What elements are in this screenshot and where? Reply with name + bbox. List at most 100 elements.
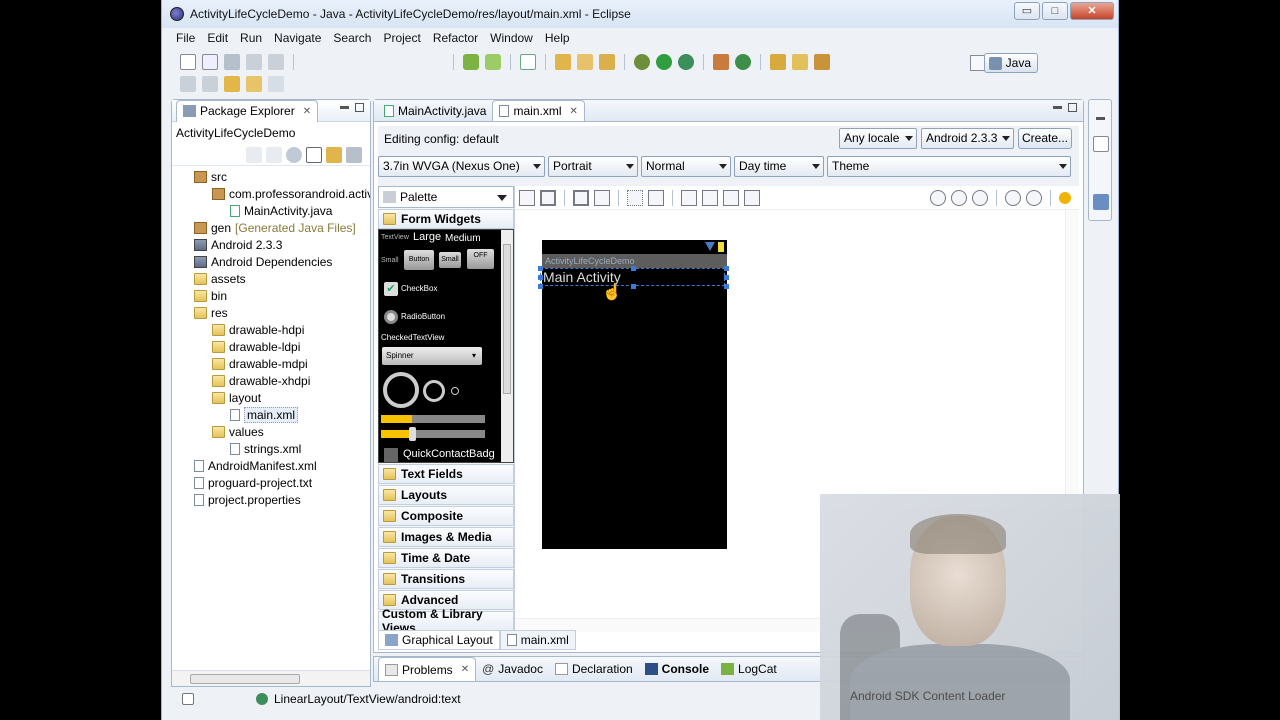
new-xml-file-icon[interactable] xyxy=(599,54,615,70)
tree-node-proguard[interactable]: proguard-project.txt xyxy=(172,474,370,491)
back-nav-icon[interactable] xyxy=(246,146,262,163)
open-type-hierarchy-icon[interactable] xyxy=(770,54,786,70)
open-type-icon[interactable] xyxy=(202,54,218,70)
toggle-fill-width-icon[interactable] xyxy=(573,189,589,206)
radio-icon[interactable] xyxy=(384,310,398,324)
tab-package-explorer[interactable]: Package Explorer ✕ xyxy=(176,99,319,122)
tab-declaration[interactable]: Declaration xyxy=(549,657,639,681)
palette-category-text-fields[interactable]: Text Fields xyxy=(378,464,514,484)
tree-node-gen[interactable]: gen [Generated Java Files] xyxy=(172,219,370,236)
resize-handle[interactable] xyxy=(631,266,636,271)
night-mode-select[interactable]: Day time xyxy=(734,156,824,177)
minimize-button[interactable]: ▭ xyxy=(1014,2,1040,20)
tree-node-manifest[interactable]: AndroidManifest.xml xyxy=(172,457,370,474)
tab-xml-source[interactable]: main.xml xyxy=(499,630,576,650)
progress-small-icon[interactable] xyxy=(451,387,459,395)
tree-node-android-deps[interactable]: Android Dependencies xyxy=(172,253,370,270)
tab-main-xml[interactable]: main.xml ✕ xyxy=(492,100,585,121)
android-sdk-manager-icon[interactable] xyxy=(463,54,479,70)
palette-category-time-date[interactable]: Time & Date xyxy=(378,548,514,568)
scrollbar-thumb[interactable] xyxy=(190,674,300,684)
progress-medium-icon[interactable] xyxy=(423,380,445,402)
widget-checked-textview[interactable]: CheckedTextView xyxy=(381,333,444,342)
tree-node-layout[interactable]: layout xyxy=(172,389,370,406)
widget-quick-contact[interactable]: QuickContactBadg xyxy=(403,448,495,460)
palette-header[interactable]: Palette xyxy=(378,186,514,208)
resize-handle[interactable] xyxy=(631,284,636,289)
gravity-icon[interactable] xyxy=(648,189,664,206)
widget-radio-label[interactable]: RadioButton xyxy=(401,312,445,321)
progress-bar[interactable] xyxy=(381,415,485,423)
outline-view-icon[interactable] xyxy=(1093,136,1109,152)
tree-node-mainactivity[interactable]: MainActivity.java xyxy=(172,202,370,219)
palette-category-form-widgets[interactable]: Form Widgets xyxy=(378,209,514,229)
tree-node-package[interactable]: com.professorandroid.activ xyxy=(172,185,370,202)
last-edit-location-icon[interactable] xyxy=(224,76,240,92)
widget-spinner[interactable]: Spinner ▾ xyxy=(382,347,482,365)
new-java-class-icon[interactable] xyxy=(735,54,751,70)
maximize-view-icon[interactable] xyxy=(1068,103,1077,112)
layout-horizontal-icon[interactable] xyxy=(519,189,535,206)
palette-category-transitions[interactable]: Transitions xyxy=(378,569,514,589)
locale-select[interactable]: Any locale xyxy=(839,128,917,149)
tree-node-android-lib[interactable]: Android 2.3.3 xyxy=(172,236,370,253)
menu-search[interactable]: Search xyxy=(327,31,377,45)
tree-node-res[interactable]: res xyxy=(172,304,370,321)
palette-category-images-media[interactable]: Images & Media xyxy=(378,527,514,547)
print-icon[interactable] xyxy=(268,54,284,70)
new-icon[interactable] xyxy=(180,54,196,70)
widget-textview-label[interactable]: TextView xyxy=(381,234,409,241)
assign-weight-icon[interactable] xyxy=(723,189,739,206)
dock-mode-select[interactable]: Normal xyxy=(641,156,731,177)
close-button[interactable]: ✕ xyxy=(1070,2,1114,20)
java-perspective-button[interactable]: Java xyxy=(983,53,1038,73)
tree-node-project-properties[interactable]: project.properties xyxy=(172,491,370,508)
next-annotation-icon[interactable] xyxy=(180,76,196,92)
avd-manager-icon[interactable] xyxy=(485,54,501,70)
margins-icon[interactable] xyxy=(627,189,643,206)
menu-refactor[interactable]: Refactor xyxy=(427,31,484,45)
prev-annotation-icon[interactable] xyxy=(202,76,218,92)
api-level-select[interactable]: Android 2.3.3 xyxy=(921,128,1014,149)
baseline-icon[interactable] xyxy=(744,189,760,206)
tree-node-main-xml[interactable]: main.xml xyxy=(172,406,370,423)
menu-file[interactable]: File xyxy=(170,31,201,45)
minimize-view-icon[interactable] xyxy=(340,106,349,109)
forward-icon[interactable] xyxy=(268,76,284,92)
palette-category-composite[interactable]: Composite xyxy=(378,506,514,526)
resize-handle[interactable] xyxy=(724,266,729,271)
forward-nav-icon[interactable] xyxy=(266,146,282,163)
menu-edit[interactable]: Edit xyxy=(201,31,234,45)
seek-bar[interactable] xyxy=(381,427,485,441)
widget-small-button[interactable]: Small xyxy=(439,252,461,268)
palette-category-layouts[interactable]: Layouts xyxy=(378,485,514,505)
save-all-icon[interactable] xyxy=(246,54,262,70)
palette-category-custom-views[interactable]: Custom & Library Views xyxy=(378,607,514,635)
distribute-weights-icon[interactable] xyxy=(681,189,697,206)
run-icon[interactable] xyxy=(656,54,672,70)
menu-run[interactable]: Run xyxy=(234,31,268,45)
menu-project[interactable]: Project xyxy=(377,31,426,45)
tree-node-drawable-mdpi[interactable]: drawable-mdpi xyxy=(172,355,370,372)
new-android-project-icon[interactable] xyxy=(555,54,571,70)
toggle-fill-height-icon[interactable] xyxy=(594,189,610,206)
zoom-emulate-icon[interactable] xyxy=(930,189,946,206)
tab-problems[interactable]: Problems ✕ xyxy=(378,657,477,681)
restore-view-icon[interactable] xyxy=(1096,117,1105,120)
view-menu-icon[interactable] xyxy=(346,146,362,163)
link-with-editor-icon[interactable] xyxy=(326,146,342,163)
tab-graphical-layout[interactable]: Graphical Layout xyxy=(378,630,500,650)
warning-icon[interactable] xyxy=(1059,191,1071,204)
menu-help[interactable]: Help xyxy=(539,31,576,45)
tree-node-drawable-xhdpi[interactable]: drawable-xhdpi xyxy=(172,372,370,389)
lint-check-icon[interactable] xyxy=(520,54,536,70)
breadcrumb[interactable]: ActivityLifeCycleDemo xyxy=(172,122,370,144)
tree-node-bin[interactable]: bin xyxy=(172,287,370,304)
external-tools-icon[interactable] xyxy=(678,54,694,70)
menu-navigate[interactable]: Navigate xyxy=(268,31,327,45)
task-list-icon[interactable] xyxy=(1093,194,1109,210)
theme-select[interactable]: Theme xyxy=(827,156,1071,177)
minimize-view-icon[interactable] xyxy=(1053,106,1062,109)
create-config-button[interactable]: Create... xyxy=(1018,128,1072,149)
resize-handle[interactable] xyxy=(538,266,543,271)
